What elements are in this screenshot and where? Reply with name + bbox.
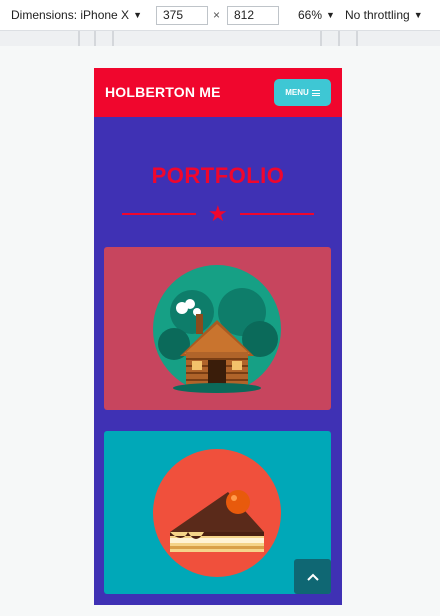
times-symbol: ×	[213, 8, 221, 22]
cake-slice-icon	[153, 449, 281, 577]
device-viewport: HOLBERTON ME MENU PORTFOLIO ★	[94, 68, 342, 605]
divider-line-right	[240, 213, 314, 215]
media-query-ruler[interactable]	[0, 31, 440, 46]
caret-down-icon: ▼	[326, 10, 335, 20]
menu-label: MENU	[285, 88, 309, 97]
divider-line-left	[122, 213, 196, 215]
ruler-segment[interactable]	[340, 31, 356, 46]
ruler-segment[interactable]	[358, 31, 440, 46]
caret-down-icon: ▼	[133, 10, 142, 20]
height-input[interactable]: 812	[227, 6, 279, 25]
caret-down-icon: ▼	[413, 10, 423, 20]
throttling-value: No throttling	[345, 8, 410, 22]
log-cabin-icon	[153, 265, 281, 393]
chevron-up-icon	[306, 573, 319, 581]
hamburger-icon	[311, 89, 320, 96]
ruler-segment[interactable]	[0, 31, 78, 46]
menu-button[interactable]: MENU	[274, 79, 331, 106]
brand-logo[interactable]: HOLBERTON ME	[105, 84, 221, 100]
star-icon: ★	[208, 201, 228, 226]
device-dimensions-dropdown[interactable]: Dimensions: iPhone X ▼	[11, 8, 142, 22]
ruler-segment[interactable]	[114, 31, 320, 46]
ruler-segment[interactable]	[80, 31, 94, 46]
device-dimensions-label: Dimensions: iPhone X	[11, 8, 130, 22]
zoom-value: 66%	[298, 8, 323, 22]
section-title: PORTFOLIO	[151, 163, 285, 188]
width-input[interactable]: 375	[156, 6, 208, 25]
zoom-dropdown[interactable]: 66% ▼	[298, 8, 335, 22]
back-to-top-button[interactable]	[294, 559, 331, 594]
devtools-toolbar: Dimensions: iPhone X ▼ 375 × 812 66% ▼ N…	[0, 0, 440, 31]
throttling-dropdown[interactable]: No throttling ▼	[345, 8, 423, 22]
ruler-segment[interactable]	[322, 31, 338, 46]
ruler-segment[interactable]	[96, 31, 112, 46]
navbar: HOLBERTON ME MENU	[94, 68, 342, 117]
portfolio-item-cabin[interactable]	[104, 247, 331, 410]
